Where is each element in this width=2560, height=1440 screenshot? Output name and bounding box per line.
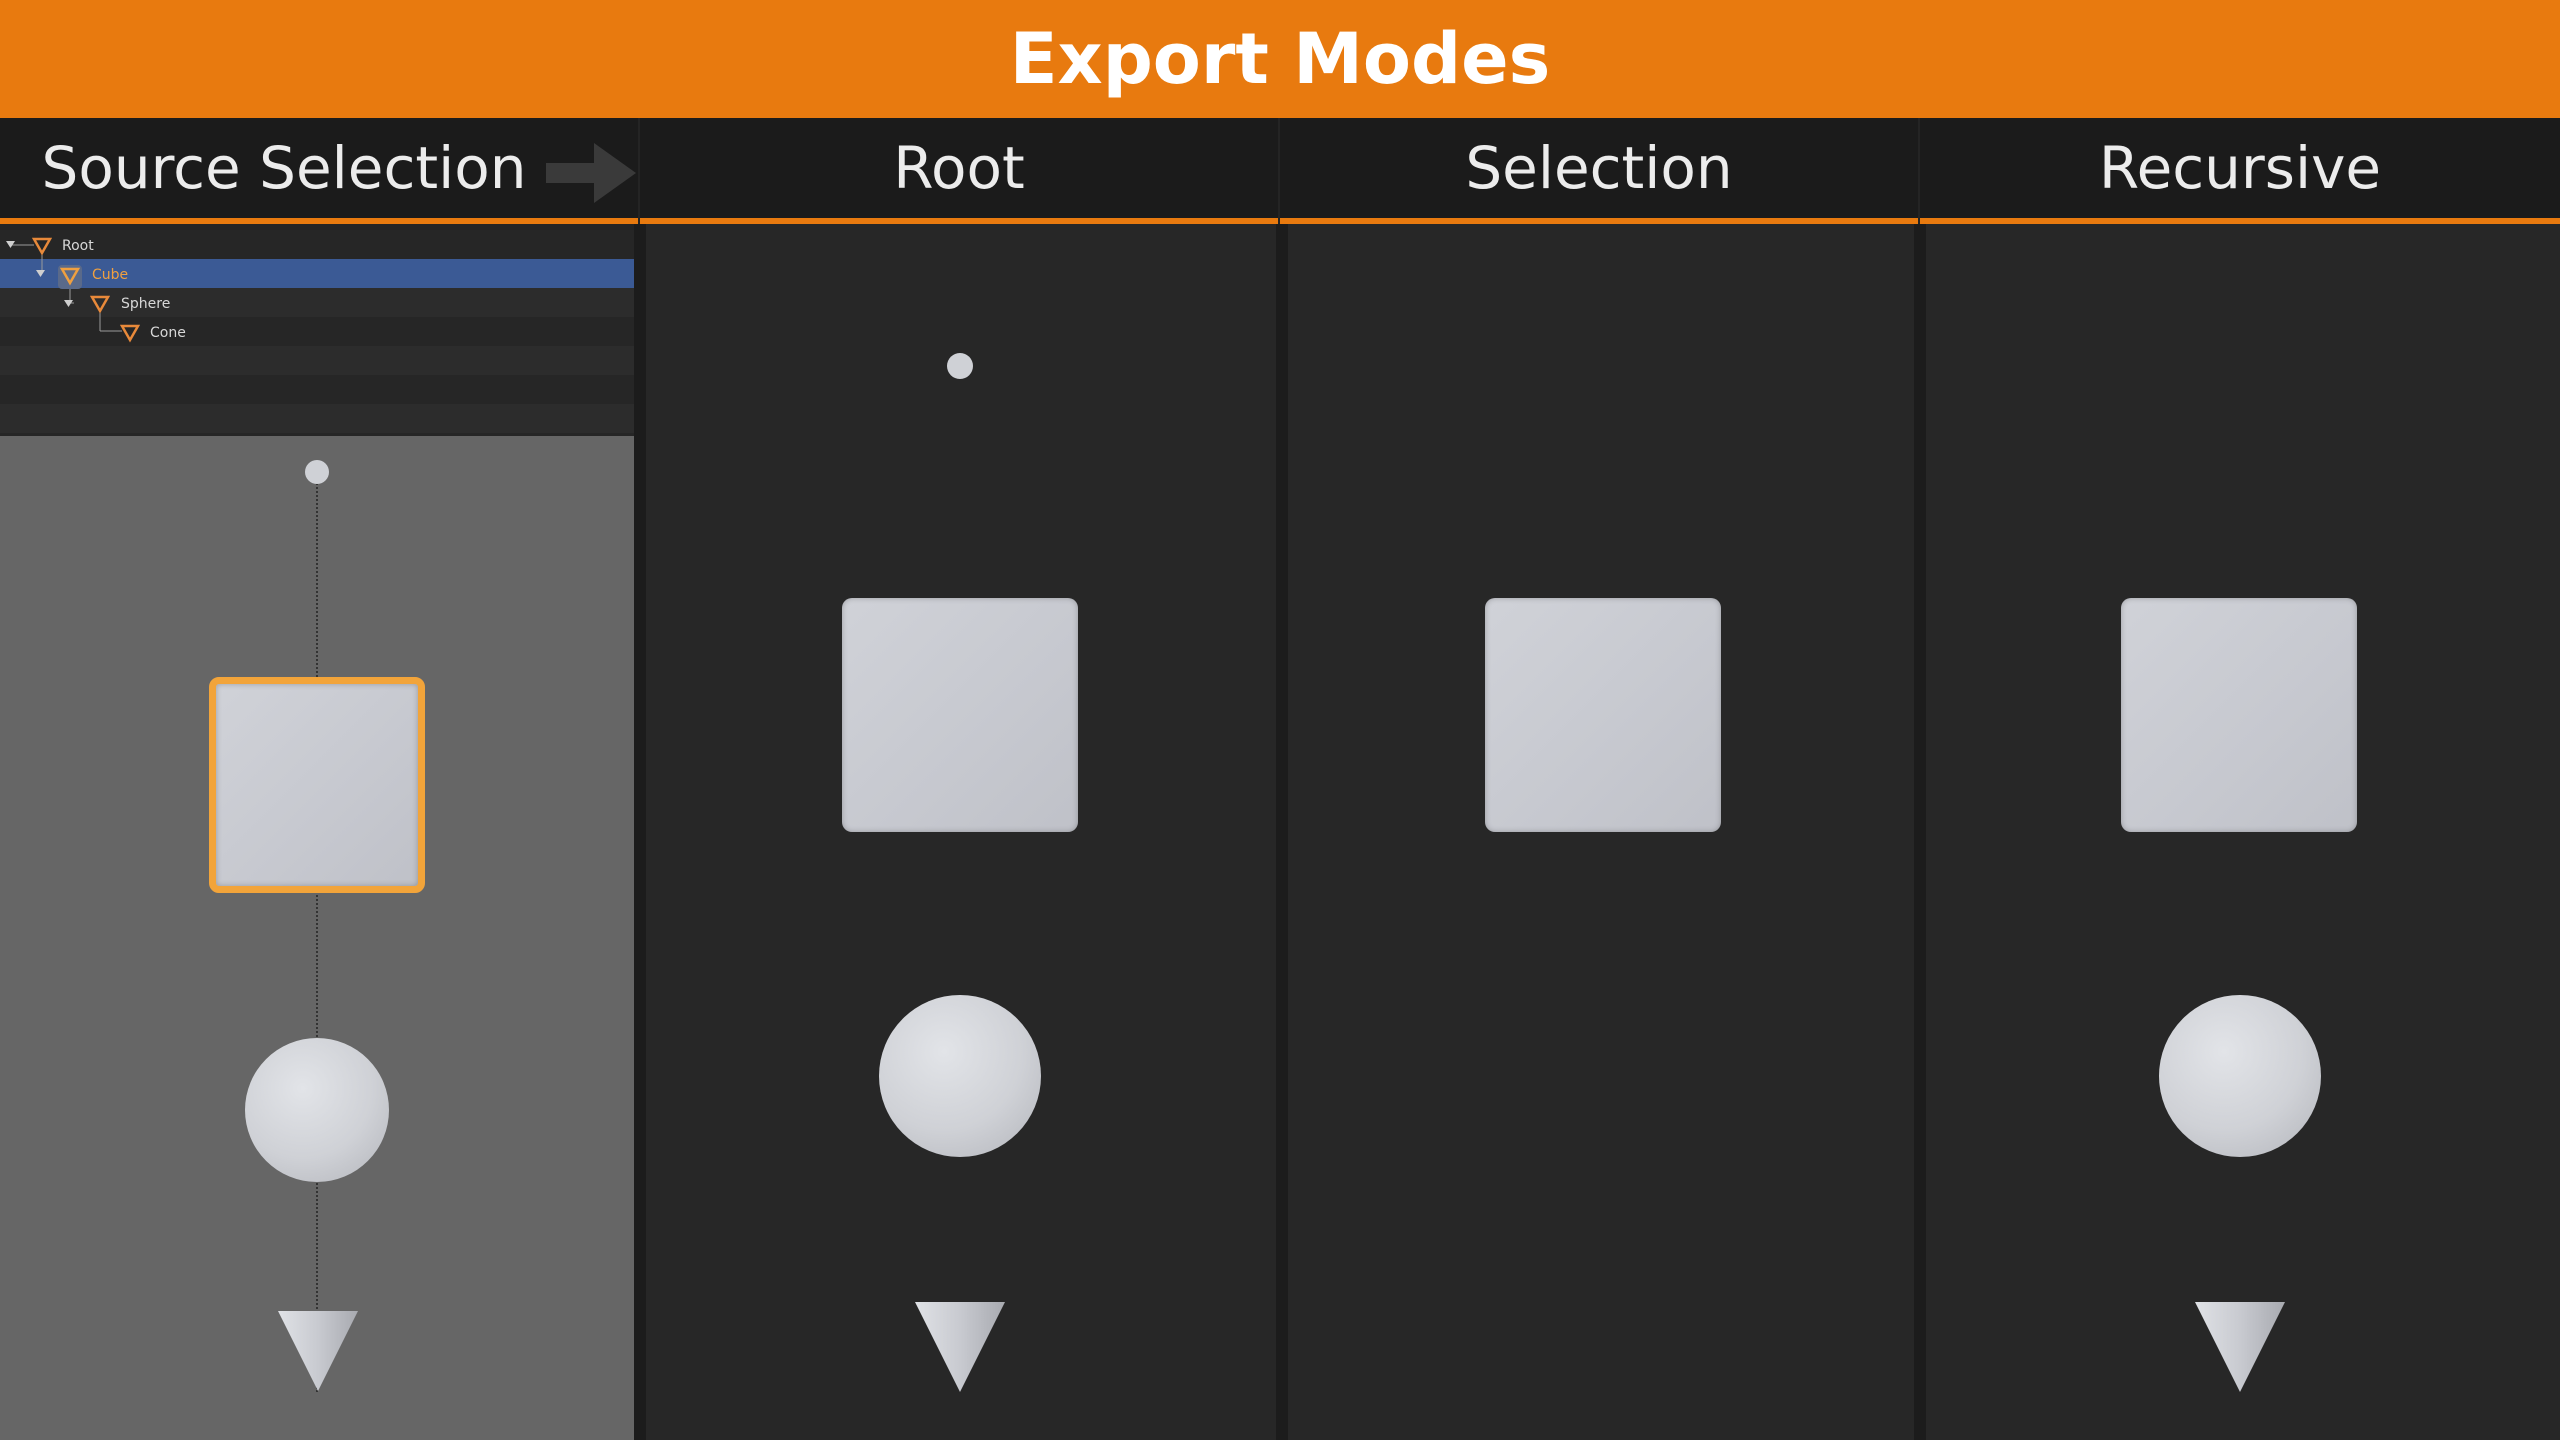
cube[interactable] [1485,598,1721,832]
expand-triangle-icon[interactable] [6,240,16,250]
outliner-label-cube: Cube [92,267,129,283]
root-empty[interactable] [305,460,329,484]
expand-triangle-icon[interactable] [64,299,74,309]
column-header-root: Root [640,118,1278,224]
panel-selection [1288,224,1914,1440]
mesh-triangle-icon [120,324,140,343]
cone[interactable] [915,1302,1005,1393]
outliner-label-root: Root [62,238,94,254]
divider [634,224,646,1440]
panel-root [646,224,1276,1440]
column-label: Selection [1465,134,1733,202]
column-header-source-selection: Source Selection [0,118,638,224]
parent-relation-line [316,472,318,1392]
column-header-selection: Selection [1280,118,1918,224]
outliner-row-empty [0,404,634,433]
cube[interactable] [2121,598,2357,832]
arrow-right-icon [546,143,636,203]
cone[interactable] [278,1311,358,1393]
sphere[interactable] [2159,995,2321,1157]
column-label: Root [893,134,1025,202]
divider [1276,224,1288,1440]
mesh-triangle-icon [60,267,80,286]
outliner: Root Cube Sphere Cone [0,230,634,436]
mesh-triangle-icon [90,295,110,314]
column-label: Recursive [2098,134,2382,202]
sphere[interactable] [879,995,1041,1157]
sphere[interactable] [245,1038,389,1182]
outliner-label-sphere: Sphere [121,296,171,312]
page-title: Export Modes [1009,18,1551,100]
title-bar: Export Modes [0,0,2560,118]
cube-selected[interactable] [209,677,425,893]
cone[interactable] [2195,1302,2285,1393]
panel-recursive [1926,224,2560,1440]
outliner-row-empty [0,346,634,375]
column-header-recursive: Recursive [1920,118,2560,224]
cube[interactable] [842,598,1078,832]
expand-triangle-icon[interactable] [36,269,46,279]
outliner-label-cone: Cone [150,325,186,341]
column-label: Source Selection [41,134,527,202]
outliner-row-empty [0,375,634,404]
mesh-triangle-icon [32,237,52,256]
divider [1914,224,1926,1440]
root-empty[interactable] [947,353,973,379]
